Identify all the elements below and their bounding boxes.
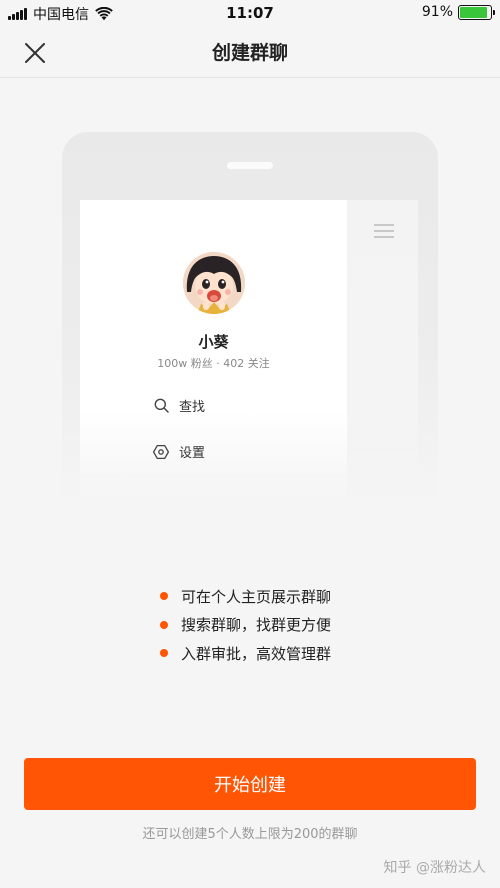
status-bar: 中国电信 11:07 91% [0,0,500,26]
status-right: 91% [421,4,495,20]
battery-percent: 91% [421,4,453,20]
avatar [183,252,245,314]
drawer-item-label: 查找 [179,400,206,415]
battery-cap [492,9,495,15]
profile-name: 小葵 [198,333,229,351]
avatar-illustration [183,252,245,314]
watermark: 知乎 @涨粉达人 [383,860,486,876]
start-create-button[interactable]: 开始创建 [24,758,476,810]
nav-bar: 创建群聊 [0,26,500,78]
bullet-dot [160,592,168,601]
page-title: 创建群聊 [211,42,288,64]
feature-text: 可在个人主页展示群聊 [181,587,332,606]
feature-item: 入群审批，高效管理群 [160,639,331,668]
drawer-item-settings: 设置 [152,442,205,461]
phone-preview-illustration: 小葵 100w 粉丝 · 402 关注 查找 设置 [62,132,438,502]
hamburger-menu-icon [374,224,394,238]
battery-icon [458,4,495,20]
feature-item: 可在个人主页展示群聊 [160,582,331,611]
drawer-item-search: 查找 [152,396,205,415]
feature-text: 搜索群聊，找群更方便 [181,616,332,635]
feature-list: 可在个人主页展示群聊 搜索群聊，找群更方便 入群审批，高效管理群 [160,582,331,668]
group-limit-note: 还可以创建5个人数上限为200的群聊 [142,827,358,842]
settings-icon [152,443,170,461]
bullet-dot [160,649,168,658]
feature-text: 入群审批，高效管理群 [181,644,332,663]
battery-fill [460,6,488,18]
profile-drawer: 小葵 100w 粉丝 · 402 关注 查找 设置 [80,200,347,502]
phone-screen: 小葵 100w 粉丝 · 402 关注 查找 设置 [80,200,418,502]
phone-speaker [227,162,273,169]
feature-item: 搜索群聊，找群更方便 [160,611,331,640]
search-icon [152,397,170,415]
profile-stats: 100w 粉丝 · 402 关注 [157,357,270,370]
bullet-dot [160,620,168,629]
drawer-item-label: 设置 [179,446,206,461]
